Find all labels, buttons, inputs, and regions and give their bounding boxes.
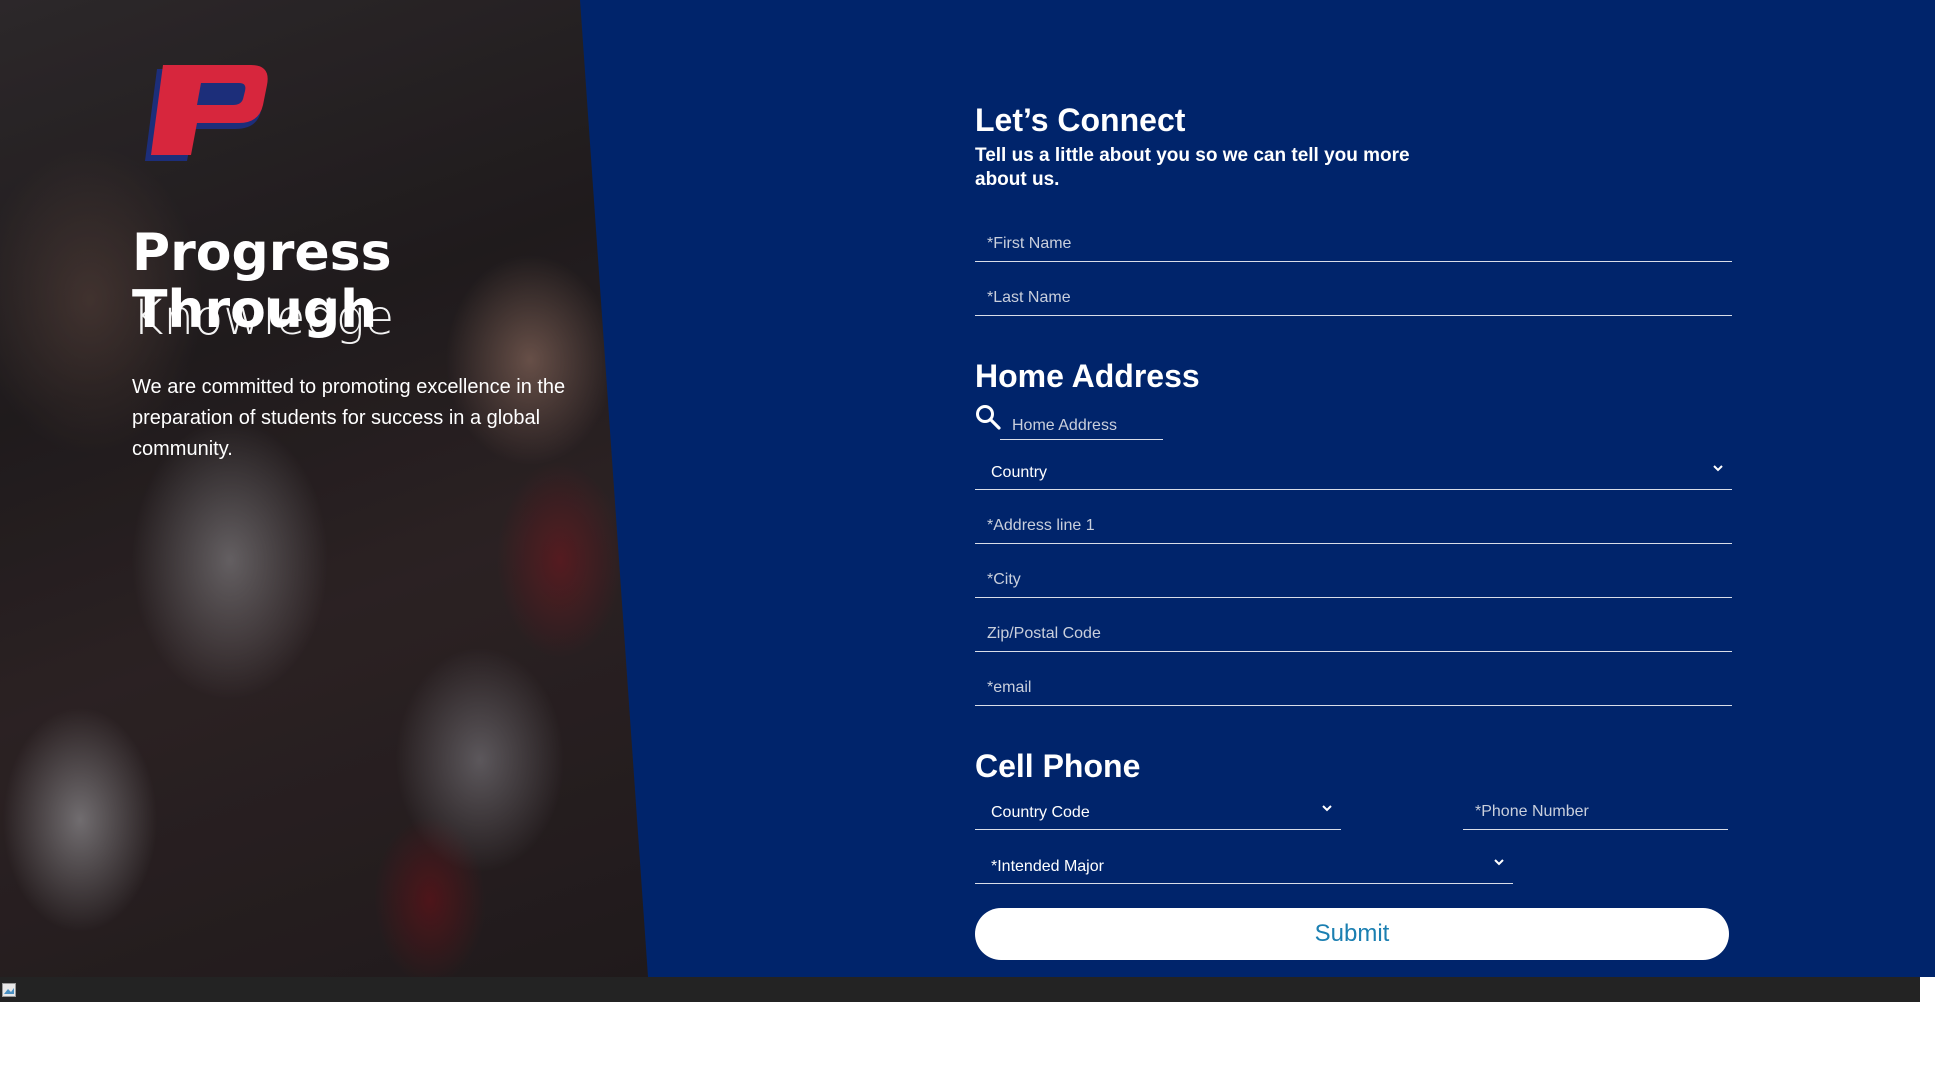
home-address-search (975, 400, 1732, 440)
p-logo[interactable] (135, 65, 270, 165)
country-code-select-value: Country Code (991, 804, 1090, 821)
page: Progress Through Knowledge We are commit… (0, 0, 1935, 1080)
hero-photo-panel: Progress Through Knowledge We are commit… (0, 0, 648, 977)
form-lead: Tell us a little about you so we can tel… (975, 145, 1410, 190)
first-name-input[interactable] (975, 218, 1732, 261)
last-name-input[interactable] (975, 272, 1732, 315)
city-field[interactable] (975, 554, 1732, 598)
email-input[interactable] (975, 662, 1732, 705)
address-line1-input[interactable] (975, 500, 1732, 543)
zip-input[interactable] (975, 608, 1732, 651)
cell-phone-row: Country Code (975, 786, 1732, 832)
hero-photo-overlay (0, 0, 648, 977)
city-input[interactable] (975, 554, 1732, 597)
form-heading: Let’s Connect (975, 102, 1186, 138)
hero-subtitle: Knowledge (132, 290, 395, 346)
intended-major-select-value: *Intended Major (991, 858, 1104, 875)
address-line1-field[interactable] (975, 500, 1732, 544)
last-name-field[interactable] (975, 272, 1732, 316)
chevron-down-icon (1322, 805, 1332, 812)
intended-major-select[interactable]: *Intended Major (975, 840, 1513, 884)
country-code-select[interactable]: Country Code (975, 786, 1341, 830)
chevron-down-icon (1494, 859, 1504, 866)
phone-number-input[interactable] (1463, 786, 1728, 829)
hero-text: We are committed to promoting excellence… (132, 376, 566, 460)
home-address-heading: Home Address (975, 358, 1200, 394)
chevron-down-icon (1713, 465, 1723, 472)
cell-phone-heading: Cell Phone (975, 748, 1141, 784)
first-name-field[interactable] (975, 218, 1732, 262)
email-field[interactable] (975, 662, 1732, 706)
submit-button[interactable]: Submit (975, 908, 1729, 960)
contact-form: Let’s Connect Tell us a little about you… (975, 100, 1732, 960)
search-icon[interactable] (975, 404, 1001, 430)
zip-field[interactable] (975, 608, 1732, 652)
country-select-value: Country (991, 464, 1048, 481)
country-select[interactable]: Country (975, 446, 1732, 490)
broken-image-icon (2, 983, 16, 997)
footer-bar (0, 977, 1920, 1002)
home-address-search-field[interactable] (1000, 400, 1163, 440)
home-address-search-input[interactable] (1000, 400, 1163, 439)
phone-number-field[interactable] (1463, 786, 1728, 830)
